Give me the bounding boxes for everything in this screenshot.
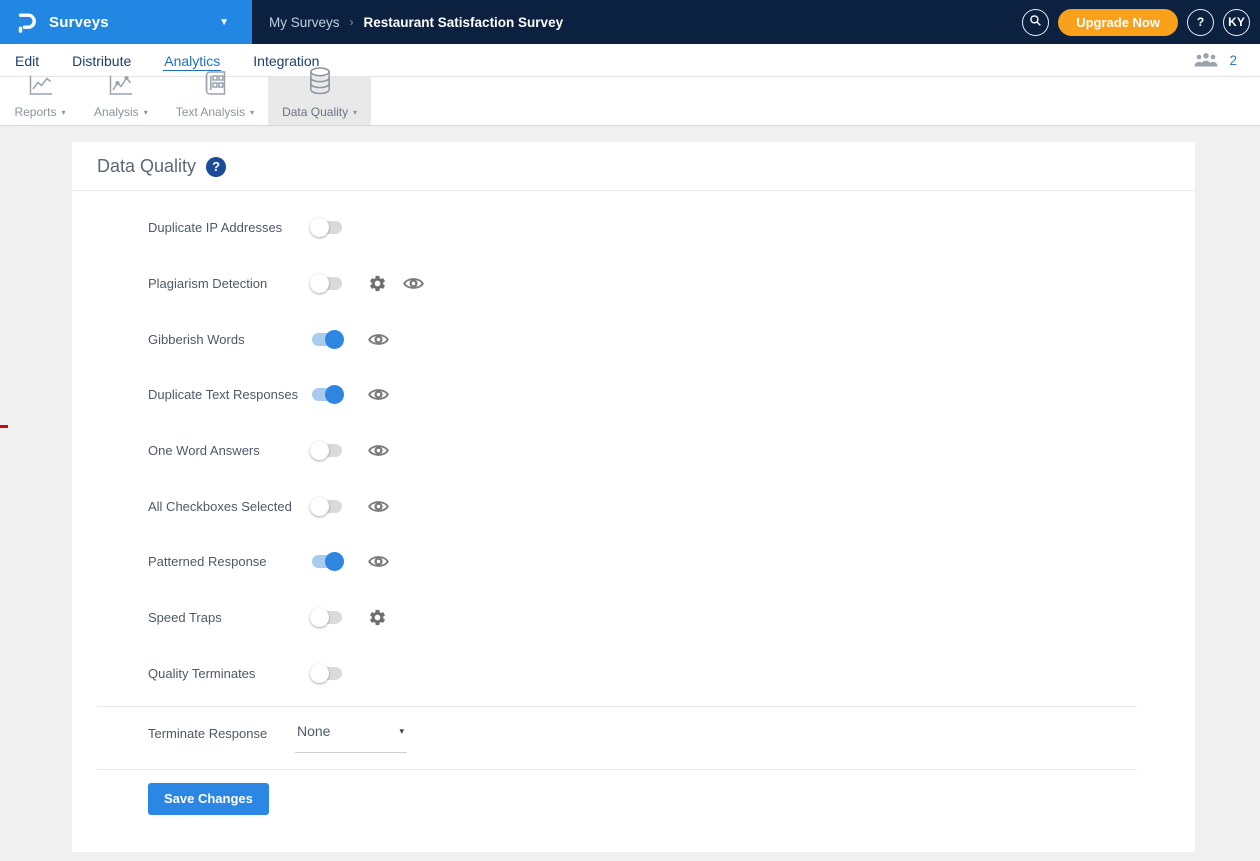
document-grid-icon — [204, 70, 226, 101]
toolbar-item-data-quality[interactable]: Data Quality ▾ — [268, 77, 371, 125]
eye-icon[interactable] — [403, 276, 424, 291]
top-header: Surveys ▼ My Surveys › Restaurant Satisf… — [0, 0, 1260, 44]
panel-header: Data Quality ? — [72, 142, 1195, 191]
toolbar-text-analysis-label: Text Analysis — [176, 105, 245, 119]
toolbar-data-quality-label: Data Quality — [282, 105, 348, 119]
terminate-response-select[interactable]: None ▾ — [295, 723, 407, 753]
header-actions: Upgrade Now ? KY — [1022, 0, 1260, 44]
breadcrumb: My Surveys › Restaurant Satisfaction Sur… — [269, 0, 563, 44]
avatar[interactable]: KY — [1223, 9, 1250, 36]
collaborators[interactable]: 2 — [1194, 52, 1246, 68]
toggle-knob — [310, 497, 329, 516]
toggle-knob — [310, 441, 329, 460]
toggle-gibberish-words[interactable] — [312, 333, 342, 346]
setting-row-duplicate-ip: Duplicate IP Addresses — [148, 200, 1195, 256]
toggle-knob — [310, 608, 329, 627]
setting-label: Duplicate Text Responses — [148, 387, 312, 402]
page-title: Data Quality — [97, 156, 196, 177]
eye-icon[interactable] — [368, 332, 389, 347]
save-changes-button[interactable]: Save Changes — [148, 783, 269, 815]
setting-row-speed-traps: Speed Traps — [148, 590, 1195, 646]
eye-icon[interactable] — [368, 387, 389, 402]
setting-label: Patterned Response — [148, 554, 312, 569]
breadcrumb-separator: › — [350, 15, 354, 29]
setting-label: Gibberish Words — [148, 332, 312, 347]
toolbar-analysis-label: Analysis — [94, 105, 139, 119]
chevron-down-icon: ▾ — [250, 108, 254, 117]
eye-icon[interactable] — [368, 554, 389, 569]
setting-label: Speed Traps — [148, 610, 312, 625]
setting-row-one-word: One Word Answers — [148, 423, 1195, 479]
toolbar-item-text-analysis[interactable]: Text Analysis ▾ — [162, 77, 268, 125]
toggle-duplicate-ip-addresses[interactable] — [312, 221, 342, 234]
survey-nav: Edit Distribute Analytics Integration 2 — [0, 44, 1260, 77]
setting-row-all-checkboxes: All Checkboxes Selected — [148, 478, 1195, 534]
chevron-down-icon: ▾ — [62, 108, 66, 117]
toggle-patterned-response[interactable] — [312, 555, 342, 568]
toggle-knob — [325, 552, 344, 571]
setting-row-patterned: Patterned Response — [148, 534, 1195, 590]
product-switcher[interactable]: Surveys ▼ — [0, 0, 252, 44]
upgrade-now-button[interactable]: Upgrade Now — [1058, 9, 1178, 36]
tab-analytics[interactable]: Analytics — [163, 50, 221, 71]
analytics-toolbar: Reports ▾ Analysis ▾ Text Analysi — [0, 77, 1260, 126]
search-button[interactable] — [1022, 9, 1049, 36]
save-row: Save Changes — [72, 770, 1195, 815]
settings-list: Duplicate IP Addresses Plagiarism Detect… — [72, 191, 1195, 701]
toggle-knob — [310, 218, 329, 237]
search-icon — [1029, 14, 1042, 30]
toggle-duplicate-text-responses[interactable] — [312, 388, 342, 401]
chevron-down-icon: ▼ — [219, 17, 237, 28]
toggle-knob — [310, 274, 329, 293]
toggle-plagiarism-detection[interactable] — [312, 277, 342, 290]
setting-label: Duplicate IP Addresses — [148, 220, 312, 235]
toggle-all-checkboxes-selected[interactable] — [312, 500, 342, 513]
setting-row-plagiarism: Plagiarism Detection — [148, 256, 1195, 312]
people-group-icon — [1194, 52, 1218, 68]
toolbar-reports-label: Reports — [14, 105, 56, 119]
data-quality-panel: Data Quality ? Duplicate IP Addresses Pl… — [72, 142, 1195, 852]
terminate-response-label: Terminate Response — [148, 723, 295, 741]
tab-edit[interactable]: Edit — [14, 50, 40, 71]
collaborators-count: 2 — [1229, 53, 1237, 68]
setting-label: Plagiarism Detection — [148, 276, 312, 291]
toggle-knob — [325, 330, 344, 349]
trend-chart-icon — [108, 74, 133, 101]
eye-icon[interactable] — [368, 443, 389, 458]
chevron-down-icon: ▾ — [144, 108, 148, 117]
select-value: None — [297, 723, 330, 739]
product-name: Surveys — [49, 14, 219, 31]
toggle-knob — [325, 385, 344, 404]
setting-row-duplicate-text: Duplicate Text Responses — [148, 367, 1195, 423]
toggle-speed-traps[interactable] — [312, 611, 342, 624]
line-chart-icon — [28, 74, 53, 101]
setting-label: All Checkboxes Selected — [148, 499, 312, 514]
toggle-quality-terminates[interactable] — [312, 667, 342, 680]
page-body: Data Quality ? Duplicate IP Addresses Pl… — [0, 126, 1260, 852]
eye-icon[interactable] — [368, 499, 389, 514]
proprofs-logo-icon — [15, 10, 39, 34]
tab-distribute[interactable]: Distribute — [71, 50, 132, 71]
setting-row-gibberish: Gibberish Words — [148, 311, 1195, 367]
chevron-down-icon: ▾ — [353, 108, 357, 117]
breadcrumb-current-survey: Restaurant Satisfaction Survey — [364, 15, 564, 30]
toolbar-item-analysis[interactable]: Analysis ▾ — [80, 77, 162, 125]
toggle-knob — [310, 664, 329, 683]
toggle-one-word-answers[interactable] — [312, 444, 342, 457]
gear-icon[interactable] — [368, 274, 387, 293]
terminate-response-row: Terminate Response None ▾ — [72, 707, 1195, 769]
chevron-down-icon: ▾ — [399, 726, 404, 737]
help-button[interactable]: ? — [1187, 9, 1214, 36]
breadcrumb-my-surveys[interactable]: My Surveys — [269, 15, 340, 30]
setting-label: Quality Terminates — [148, 666, 312, 681]
gear-icon[interactable] — [368, 608, 387, 627]
database-icon — [307, 66, 333, 101]
help-badge-icon[interactable]: ? — [206, 157, 226, 177]
left-edge-artifact — [0, 425, 8, 428]
toolbar-item-reports[interactable]: Reports ▾ — [0, 77, 80, 125]
setting-label: One Word Answers — [148, 443, 312, 458]
setting-row-quality-terminates: Quality Terminates — [148, 646, 1195, 702]
